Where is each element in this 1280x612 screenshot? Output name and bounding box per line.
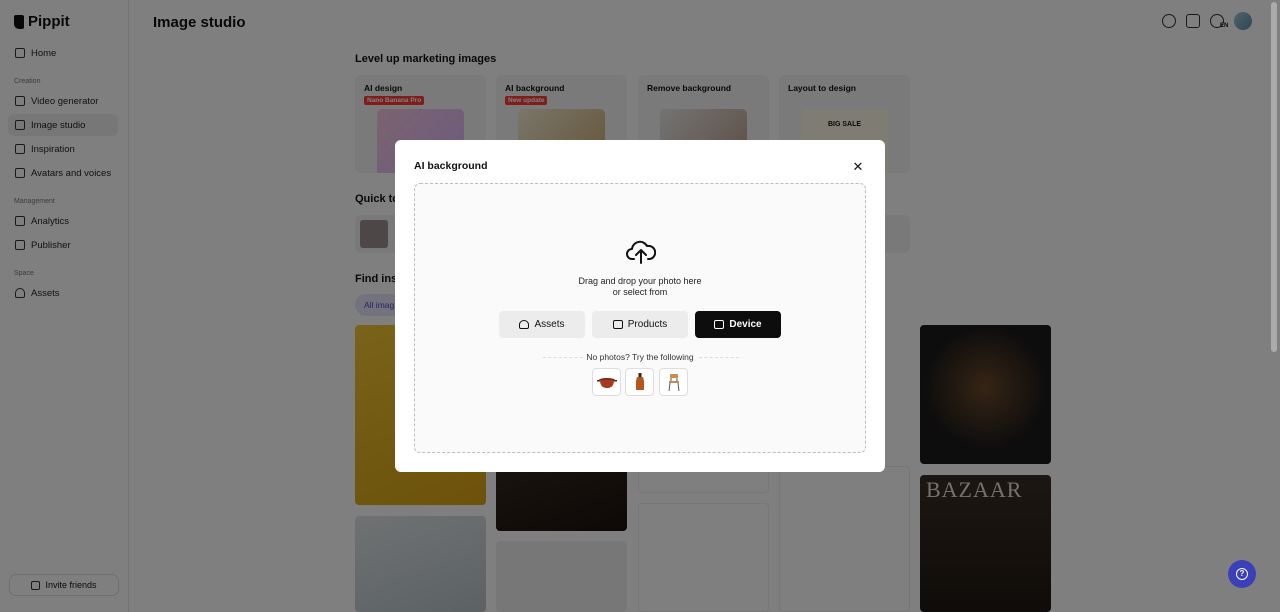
assets-button[interactable]: Assets — [499, 311, 585, 338]
bottle-icon — [635, 373, 644, 390]
modal-title: AI background — [414, 160, 488, 172]
sample-chair[interactable] — [659, 368, 688, 396]
samples-label: No photos? Try the following — [586, 352, 694, 362]
cloud-upload-icon — [626, 240, 656, 264]
device-button[interactable]: Device — [695, 311, 781, 338]
drop-instruction-secondary: or select from — [612, 287, 668, 297]
drop-instruction: Drag and drop your photo here — [578, 276, 702, 286]
sample-bottle[interactable] — [625, 368, 654, 396]
pot-icon — [596, 378, 617, 388]
product-box-icon — [612, 320, 623, 329]
close-icon[interactable]: ✕ — [850, 160, 866, 176]
help-icon: ? — [1236, 568, 1248, 580]
assets-button-label: Assets — [534, 319, 565, 330]
help-button[interactable]: ? — [1228, 560, 1256, 588]
upload-dropzone[interactable]: Drag and drop your photo here or select … — [414, 183, 866, 453]
monitor-icon — [714, 320, 725, 329]
chair-icon — [668, 374, 679, 391]
scrollbar[interactable] — [1271, 2, 1277, 352]
cloud-icon — [519, 320, 530, 329]
ai-background-modal: AI background ✕ Drag and drop your photo… — [395, 140, 885, 472]
products-button-label: Products — [627, 319, 668, 330]
device-button-label: Device — [729, 319, 762, 330]
sample-pot[interactable] — [592, 368, 621, 396]
products-button[interactable]: Products — [592, 311, 688, 338]
